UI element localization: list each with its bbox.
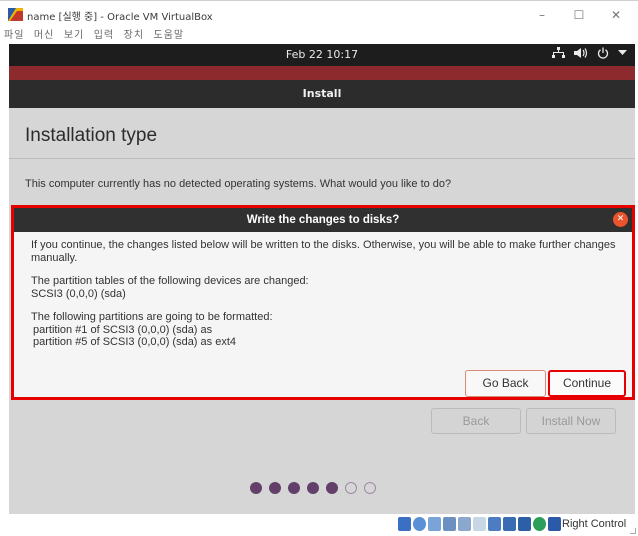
virtualbox-icon xyxy=(8,8,23,21)
mouse-integration-icon[interactable] xyxy=(533,517,546,531)
dialog-line: partition #5 of SCSI3 (0,0,0) (sda) as e… xyxy=(33,336,236,348)
progress-dots xyxy=(250,482,376,494)
dialog-body: If you continue, the changes listed belo… xyxy=(31,239,621,360)
close-button[interactable]: ✕ xyxy=(602,5,630,25)
status-icons xyxy=(398,517,561,531)
cpu-icon[interactable] xyxy=(518,517,531,531)
host-key-label: Right Control xyxy=(562,518,627,530)
chevron-down-icon xyxy=(618,50,627,55)
host-key-arrow-icon[interactable] xyxy=(548,517,561,531)
power-icon xyxy=(597,47,609,59)
window-accent-strip xyxy=(9,66,635,80)
harddisk-icon[interactable] xyxy=(398,517,411,531)
progress-dot xyxy=(307,482,319,494)
resize-grip[interactable] xyxy=(630,528,636,534)
back-button[interactable]: Back xyxy=(431,408,521,434)
status-bar: Right Control xyxy=(0,514,638,536)
display-icon[interactable] xyxy=(488,517,501,531)
menu-devices[interactable]: 장치 xyxy=(124,29,144,43)
guest-top-panel: Feb 22 10:17 xyxy=(9,44,635,66)
menu-help[interactable]: 도움말 xyxy=(154,29,185,43)
dialog-line: The following partitions are going to be… xyxy=(31,311,273,323)
menu-machine[interactable]: 머신 xyxy=(34,29,54,43)
optical-drive-icon[interactable] xyxy=(413,517,426,531)
dialog-close-icon[interactable]: ✕ xyxy=(613,212,628,227)
install-now-button[interactable]: Install Now xyxy=(526,408,616,434)
dialog-line: partition #1 of SCSI3 (0,0,0) (sda) as xyxy=(33,323,213,336)
dialog-formatted-partitions: The following partitions are going to be… xyxy=(31,311,621,349)
progress-dot xyxy=(269,482,281,494)
divider xyxy=(9,158,635,159)
audio-icon[interactable] xyxy=(428,517,441,531)
recording-icon[interactable] xyxy=(503,517,516,531)
window-title-bar: name [실행 중] - Oracle VM VirtualBox – ☐ ✕ xyxy=(0,0,638,28)
menu-file[interactable]: 파일 xyxy=(4,29,24,43)
usb-icon[interactable] xyxy=(458,517,471,531)
installer-header: Install xyxy=(9,80,635,108)
window-title: name [실행 중] - Oracle VM VirtualBox xyxy=(27,12,213,23)
dialog-intro: If you continue, the changes listed belo… xyxy=(31,239,616,264)
system-tray[interactable] xyxy=(552,47,627,59)
progress-dot xyxy=(364,482,376,494)
dialog-line: SCSI3 (0,0,0) (sda) xyxy=(31,287,126,300)
menu-view[interactable]: 보기 xyxy=(64,29,84,43)
dialog-title: Write the changes to disks? xyxy=(14,208,632,232)
menu-bar: 파일 머신 보기 입력 장치 도움말 xyxy=(0,28,638,44)
progress-dot xyxy=(250,482,262,494)
dialog-partition-tables: The partition tables of the following de… xyxy=(31,275,621,300)
minimize-button[interactable]: – xyxy=(528,5,556,25)
go-back-button[interactable]: Go Back xyxy=(465,370,546,397)
progress-dot xyxy=(345,482,357,494)
volume-icon xyxy=(574,48,588,58)
menu-input[interactable]: 입력 xyxy=(94,29,114,43)
network-adapter-icon[interactable] xyxy=(443,517,456,531)
dialog-line: The partition tables of the following de… xyxy=(31,275,309,287)
page-title: Installation type xyxy=(25,125,158,146)
network-icon xyxy=(552,47,565,58)
installer-question: This computer currently has no detected … xyxy=(25,178,452,190)
maximize-button[interactable]: ☐ xyxy=(565,5,593,25)
progress-dot xyxy=(326,482,338,494)
shared-folder-icon[interactable] xyxy=(473,517,486,531)
clock[interactable]: Feb 22 10:17 xyxy=(9,48,635,61)
write-changes-dialog: Write the changes to disks? ✕ If you con… xyxy=(11,205,635,400)
progress-dot xyxy=(288,482,300,494)
continue-button[interactable]: Continue xyxy=(548,370,626,397)
